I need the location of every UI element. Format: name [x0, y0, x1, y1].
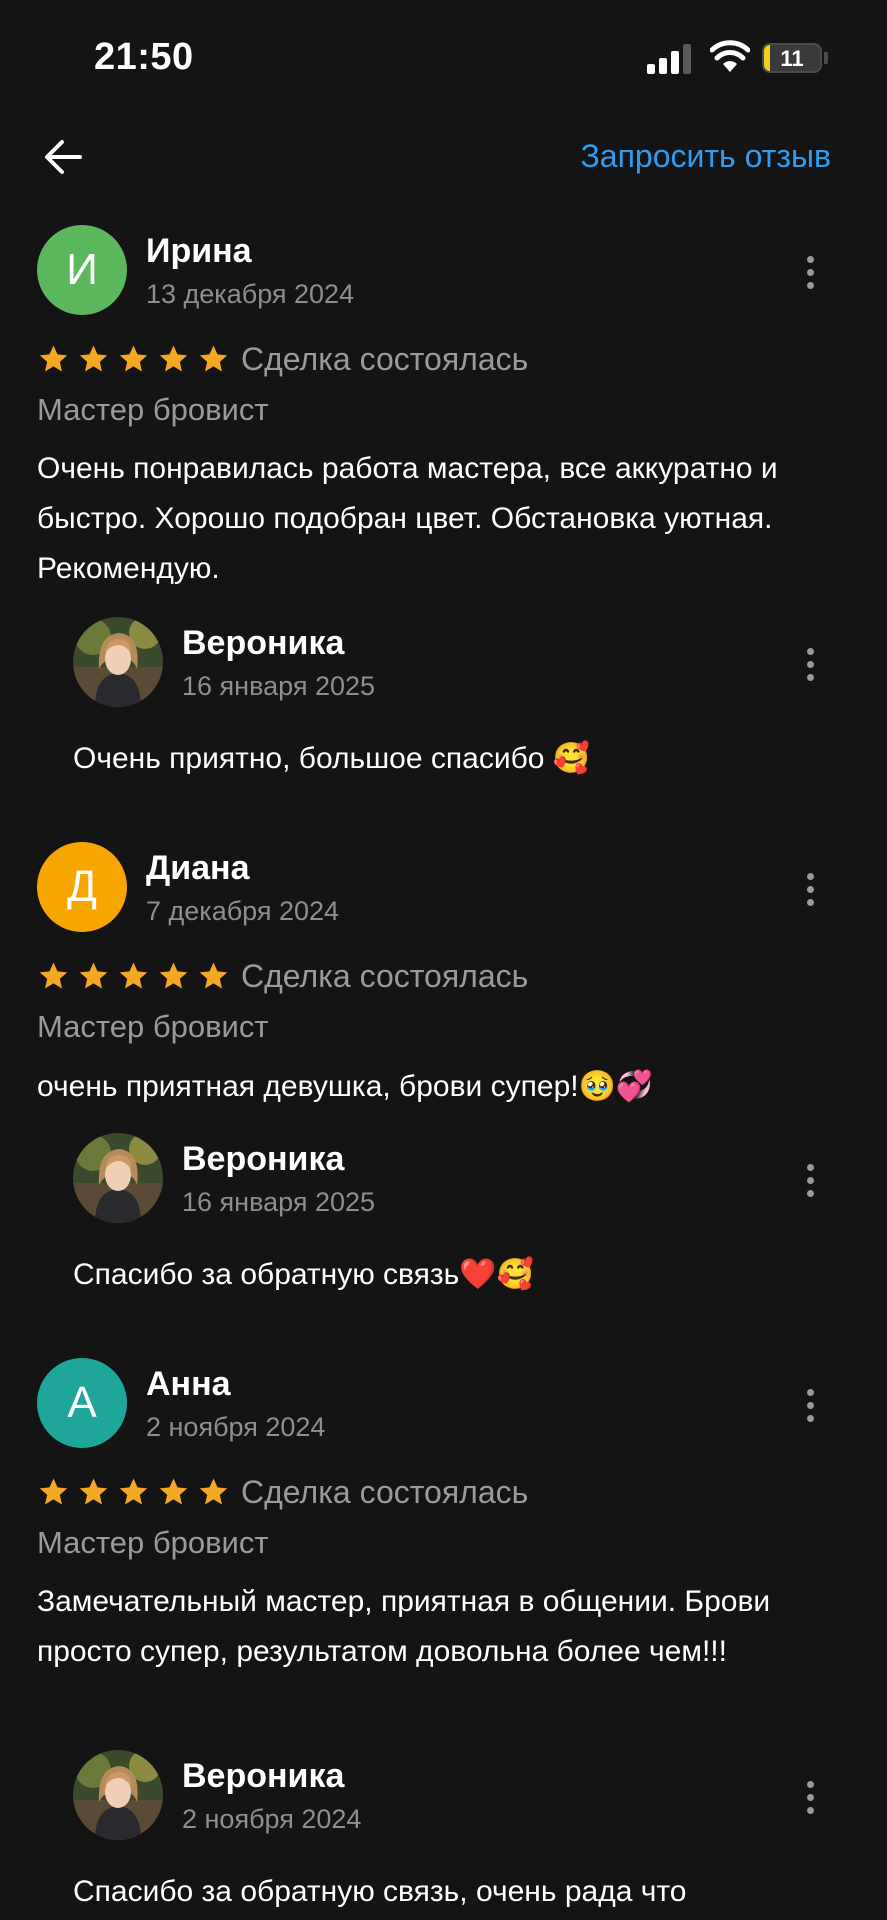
avatar-initial: И — [66, 245, 98, 294]
deal-status: Сделка состоялась — [241, 341, 529, 377]
review-text: Очень понравилась работа мастера, все ак… — [37, 452, 778, 585]
cellular-signal-icon — [647, 44, 691, 74]
battery-level: 11 — [780, 46, 804, 71]
reply-date: 16 января 2025 — [182, 671, 376, 701]
reply-author[interactable]: Вероника — [182, 1757, 344, 1796]
review-date: 7 декабря 2024 — [146, 896, 340, 926]
star-icon — [79, 345, 108, 372]
reply-avatar[interactable] — [73, 617, 163, 707]
portrait-image — [73, 617, 163, 707]
star-icon — [39, 1478, 68, 1505]
review-more-menu[interactable] — [800, 253, 820, 293]
star-icon — [119, 345, 148, 372]
author-avatar[interactable]: Д — [37, 842, 127, 932]
battery-icon: 11 — [762, 43, 822, 73]
reply-more-menu[interactable] — [800, 645, 820, 685]
avatar-initial: Д — [67, 862, 97, 911]
star-icon — [79, 1478, 108, 1505]
reply-author[interactable]: Вероника — [182, 624, 344, 663]
portrait-image — [73, 1750, 163, 1840]
battery-tip — [824, 52, 828, 64]
deal-status: Сделка состоялась — [241, 1474, 529, 1510]
reply-date: 16 января 2025 — [182, 1187, 376, 1217]
reply-avatar[interactable] — [73, 1133, 163, 1223]
reply-more-menu[interactable] — [800, 1778, 820, 1818]
star-icon — [119, 962, 148, 989]
avatar-initial: А — [67, 1378, 97, 1427]
star-icon — [159, 962, 188, 989]
service-category: Мастер бровист — [37, 392, 269, 427]
star-icon — [39, 345, 68, 372]
star-icon — [199, 345, 228, 372]
review-author[interactable]: Ирина — [146, 232, 252, 271]
reply-more-menu[interactable] — [800, 1161, 820, 1201]
rating-stars — [37, 343, 230, 376]
reply-text: Спасибо за обратную связь❤️🥰 — [73, 1258, 534, 1291]
review-text: очень приятная девушка, брови супер!🥹💞 — [37, 1070, 654, 1103]
star-icon — [199, 1478, 228, 1505]
request-review-button[interactable]: Запросить отзыв — [580, 138, 831, 175]
star-icon — [159, 345, 188, 372]
back-arrow-icon[interactable] — [40, 134, 86, 180]
status-bar: 21:50 11 — [0, 0, 887, 110]
deal-status: Сделка состоялась — [241, 958, 529, 994]
review-more-menu[interactable] — [800, 1386, 820, 1426]
author-avatar[interactable]: А — [37, 1358, 127, 1448]
author-avatar[interactable]: И — [37, 225, 127, 315]
service-category: Мастер бровист — [37, 1009, 269, 1044]
star-icon — [39, 962, 68, 989]
star-icon — [119, 1478, 148, 1505]
reply-author[interactable]: Вероника — [182, 1140, 344, 1179]
wifi-icon — [710, 40, 750, 72]
portrait-image — [73, 1133, 163, 1223]
review-date: 2 ноября 2024 — [146, 1412, 326, 1442]
service-category: Мастер бровист — [37, 1525, 269, 1560]
review-date: 13 декабря 2024 — [146, 279, 355, 309]
review-text: Замечательный мастер, приятная в общении… — [37, 1585, 771, 1668]
review-more-menu[interactable] — [800, 870, 820, 910]
review-author[interactable]: Анна — [146, 1365, 231, 1404]
rating-stars — [37, 1476, 230, 1509]
status-time: 21:50 — [94, 36, 194, 78]
star-icon — [199, 962, 228, 989]
reply-text: Очень приятно, большое спасибо 🥰 — [73, 742, 591, 775]
review-author[interactable]: Диана — [146, 849, 249, 888]
reply-text: Спасибо за обратную связь, очень рада чт… — [73, 1875, 687, 1908]
star-icon — [159, 1478, 188, 1505]
reply-date: 2 ноября 2024 — [182, 1804, 362, 1834]
rating-stars — [37, 960, 230, 993]
star-icon — [79, 962, 108, 989]
reply-avatar[interactable] — [73, 1750, 163, 1840]
